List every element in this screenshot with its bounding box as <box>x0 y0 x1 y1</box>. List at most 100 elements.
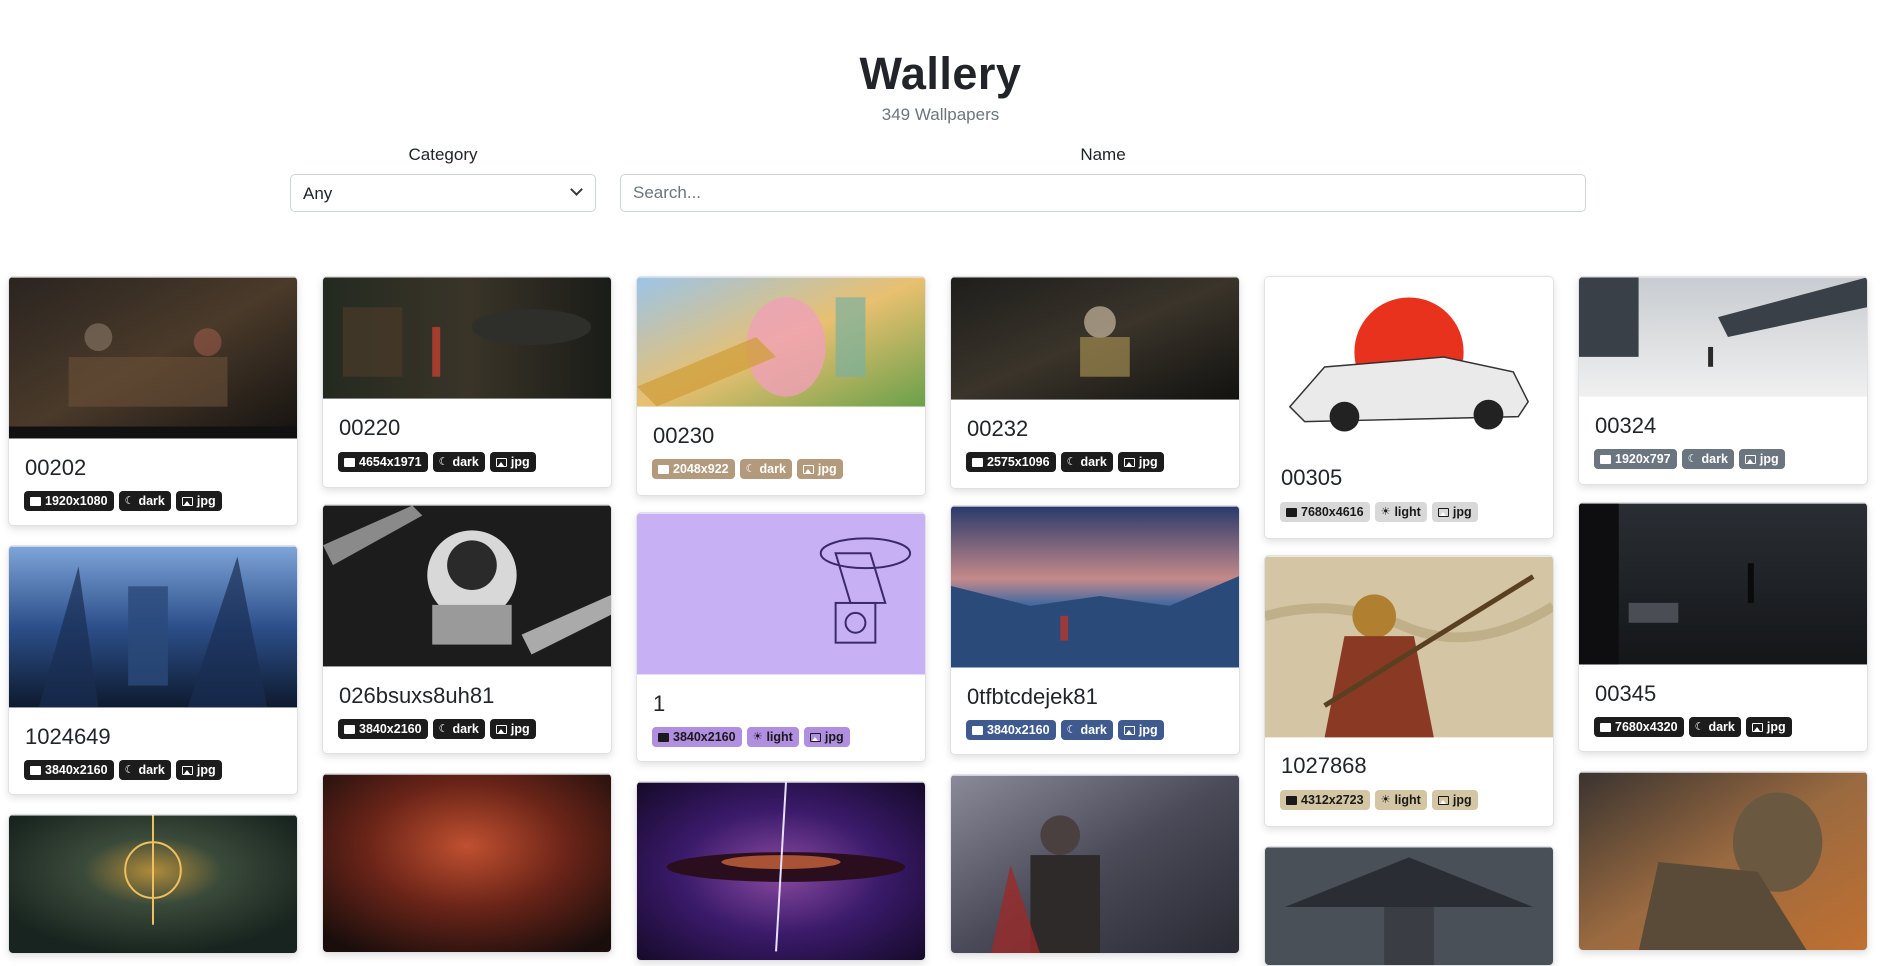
resolution-text: 3840x2160 <box>45 763 108 777</box>
resolution-text: 1920x797 <box>1615 452 1671 466</box>
wallpaper-card[interactable]: 00202 1920x1080 ☾ dark jpg <box>8 276 298 526</box>
wallpaper-thumbnail[interactable] <box>637 277 925 407</box>
wallpaper-card[interactable]: 00345 7680x4320 ☾ dark jpg <box>1578 502 1868 752</box>
wallpaper-thumbnail[interactable] <box>1579 772 1867 951</box>
wallpaper-card[interactable]: 0tfbtcdejek81 3840x2160 ☾ dark jpg <box>950 505 1240 755</box>
wallpaper-name: 1027868 <box>1281 753 1367 778</box>
wallpaper-card[interactable]: 1024649 3840x2160 ☾ dark jpg <box>8 545 298 795</box>
format-text: jpg <box>1138 455 1158 469</box>
screen-icon <box>344 724 355 734</box>
wallpaper-card[interactable] <box>322 773 612 953</box>
theme-badge: ☾ dark <box>118 491 171 511</box>
theme-text: dark <box>1080 723 1107 737</box>
image-icon <box>802 464 814 474</box>
wallpaper-thumbnail[interactable] <box>323 277 611 399</box>
category-selected-value: Any <box>303 184 333 203</box>
wallpaper-name: 00202 <box>25 455 87 480</box>
wallpaper-thumbnail[interactable] <box>9 815 297 954</box>
resolution-badge: 7680x4320 <box>1594 717 1684 737</box>
sun-icon: ☀ <box>1380 793 1391 806</box>
wallpaper-name: 1 <box>653 691 666 716</box>
format-text: jpg <box>817 462 837 476</box>
image-icon <box>181 496 193 506</box>
wallpaper-card[interactable] <box>8 814 298 954</box>
format-badge: jpg <box>1738 449 1785 469</box>
resolution-badge: 7680x4616 <box>1280 502 1370 522</box>
wallpaper-badges: 3840x2160 ☾ dark jpg <box>966 720 1164 740</box>
image-icon <box>181 765 193 775</box>
theme-text: light <box>1394 793 1421 807</box>
resolution-badge: 1920x797 <box>1594 449 1677 469</box>
format-badge: jpg <box>175 491 222 511</box>
wallpaper-thumbnail[interactable] <box>951 277 1239 400</box>
app-title: Wallery <box>859 48 1022 99</box>
wallpaper-thumbnail[interactable] <box>951 775 1239 954</box>
wallpaper-badges: 3840x2160 ☾ dark jpg <box>24 760 222 780</box>
screen-icon <box>344 457 355 467</box>
theme-text: dark <box>1080 455 1107 469</box>
resolution-text: 7680x4320 <box>1615 720 1678 734</box>
resolution-badge: 3840x2160 <box>24 760 114 780</box>
wallpaper-card[interactable]: 1 3840x2160 ☀ light jpg <box>636 512 926 762</box>
wallpaper-badges: 2048x922 ☾ dark jpg <box>652 459 843 479</box>
wallpaper-card[interactable] <box>950 774 1240 954</box>
wallpaper-thumbnail[interactable] <box>637 513 925 675</box>
resolution-text: 3840x2160 <box>673 730 736 744</box>
resolution-text: 2048x922 <box>673 462 729 476</box>
wallpaper-thumbnail[interactable] <box>9 277 297 439</box>
wallpaper-thumbnail[interactable] <box>637 782 925 961</box>
wallpaper-card[interactable]: 00305 7680x4616 ☀ light jpg <box>1264 276 1554 539</box>
wallpaper-name: 1024649 <box>25 724 111 749</box>
theme-badge: ☾ dark <box>118 760 171 780</box>
resolution-text: 7680x4616 <box>1301 505 1364 519</box>
wallpaper-name: 026bsuxs8uh81 <box>339 683 495 708</box>
resolution-text: 3840x2160 <box>359 722 422 736</box>
wallpaper-badges: 7680x4616 ☀ light jpg <box>1280 502 1478 522</box>
search-input[interactable] <box>620 174 1586 212</box>
screen-icon <box>1600 722 1611 732</box>
format-badge: jpg <box>1117 720 1164 740</box>
image-icon <box>1751 722 1763 732</box>
wallpaper-card[interactable] <box>1264 846 1554 966</box>
wallpaper-card[interactable]: 026bsuxs8uh81 3840x2160 ☾ dark jpg <box>322 504 612 754</box>
wallpaper-card[interactable]: 00230 2048x922 ☾ dark jpg <box>636 276 926 496</box>
wallpaper-card[interactable] <box>636 781 926 961</box>
wallpaper-thumbnail[interactable] <box>1579 277 1867 397</box>
wallpaper-thumbnail[interactable] <box>1265 277 1553 452</box>
image-icon <box>1437 507 1449 517</box>
image-icon <box>1123 457 1135 467</box>
theme-text: dark <box>138 763 165 777</box>
resolution-badge: 3840x2160 <box>652 727 742 747</box>
wallpaper-thumbnail[interactable] <box>323 505 611 667</box>
resolution-text: 4312x2723 <box>1301 793 1364 807</box>
resolution-text: 4654x1971 <box>359 455 422 469</box>
category-select[interactable]: Any <box>290 174 596 212</box>
theme-badge: ☀ light <box>1374 502 1427 522</box>
wallpaper-thumbnail[interactable] <box>1265 556 1553 738</box>
chevron-down-icon <box>570 183 583 196</box>
wallpaper-thumbnail[interactable] <box>951 506 1239 668</box>
resolution-badge: 4312x2723 <box>1280 790 1370 810</box>
wallpaper-thumbnail[interactable] <box>1265 847 1553 966</box>
theme-badge: ☾ dark <box>739 459 792 479</box>
category-label: Category <box>408 145 478 164</box>
wallpaper-card[interactable]: 00232 2575x1096 ☾ dark jpg <box>950 276 1240 489</box>
wallpaper-card[interactable]: 00324 1920x797 ☾ dark jpg <box>1578 276 1868 485</box>
screen-icon <box>658 732 669 742</box>
theme-badge: ☾ dark <box>432 719 485 739</box>
wallpaper-card[interactable]: 1027868 4312x2723 ☀ light jpg <box>1264 555 1554 827</box>
moon-icon: ☾ <box>438 722 449 735</box>
theme-badge: ☾ dark <box>1688 717 1741 737</box>
wallpaper-card[interactable] <box>1578 771 1868 951</box>
image-icon <box>809 732 821 742</box>
sun-icon: ☀ <box>752 730 763 743</box>
wallpaper-card[interactable]: 00220 4654x1971 ☾ dark jpg <box>322 276 612 488</box>
wallpaper-badges: 3840x2160 ☾ dark jpg <box>338 719 536 739</box>
format-badge: jpg <box>175 760 222 780</box>
wallpaper-thumbnail[interactable] <box>9 546 297 708</box>
theme-text: dark <box>452 455 479 469</box>
moon-icon: ☾ <box>745 462 756 475</box>
resolution-text: 1920x1080 <box>45 494 108 508</box>
wallpaper-thumbnail[interactable] <box>1579 503 1867 665</box>
wallpaper-thumbnail[interactable] <box>323 774 611 953</box>
